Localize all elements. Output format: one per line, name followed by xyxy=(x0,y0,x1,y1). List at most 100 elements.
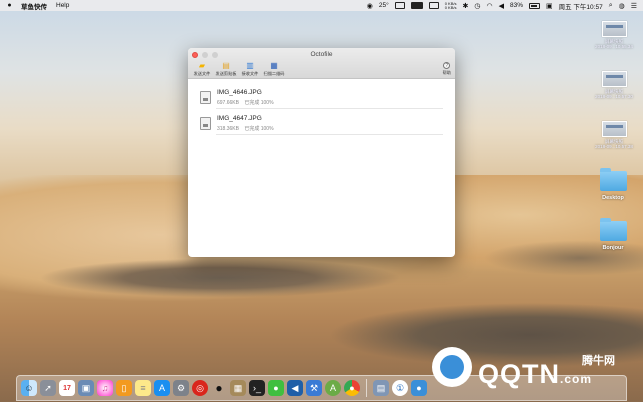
file-size: 697.66KB xyxy=(217,100,239,106)
status-area: ◉ 25° 0 KB/s 0 KB/s ✱ ◷ ◠ ◀ 83% ▣ 周五 下午1… xyxy=(367,1,637,11)
image-thumbnail-icon xyxy=(601,21,627,37)
receive-file-button[interactable]: ▥ 接收文件 xyxy=(239,61,261,77)
image-thumbnail-icon xyxy=(601,121,627,137)
wechat-icon[interactable]: ● xyxy=(268,380,284,396)
image-thumbnail-icon xyxy=(601,71,627,87)
file-label-sub: 2018-09...10.55.34 xyxy=(595,44,633,49)
file-name: IMG_4647.JPG xyxy=(217,115,262,122)
folder-icon xyxy=(599,168,627,191)
one-password-icon[interactable]: ① xyxy=(392,380,408,396)
help-button[interactable]: ? 帮助 xyxy=(443,62,451,76)
status-app-icon[interactable]: ◉ xyxy=(367,2,373,10)
watermark: QQTN.com 腾牛网 xyxy=(432,347,632,397)
watermark-cn: 腾牛网 xyxy=(582,355,615,367)
xcode-icon[interactable]: ⚒ xyxy=(306,380,322,396)
bluetooth-icon[interactable]: ✱ xyxy=(462,2,468,10)
search-icon[interactable]: ⌕ xyxy=(609,2,613,10)
desktop-folder-desktop[interactable]: Desktop xyxy=(583,168,643,201)
receive-icon: ▥ xyxy=(246,61,254,70)
help-label: 帮助 xyxy=(442,70,451,75)
netease-music-icon[interactable]: ◎ xyxy=(192,380,208,396)
battery-percent[interactable]: 83% xyxy=(510,2,523,9)
clipboard-icon: ▤ xyxy=(222,61,230,70)
file-meta: 697.66KB 已完成 100% xyxy=(217,99,278,106)
apple-menu-icon[interactable]: ● xyxy=(6,2,13,10)
chrome-icon[interactable]: ● xyxy=(344,380,360,396)
siri-icon[interactable]: ◍ xyxy=(619,2,625,10)
system-preferences-icon[interactable]: ⚙ xyxy=(173,380,189,396)
wifi-icon[interactable]: ◠ xyxy=(486,2,492,10)
file-meta: 318.36KB 已完成 100% xyxy=(217,125,278,132)
clock[interactable]: 周五 下午10:57 xyxy=(559,1,603,11)
file-info: IMG_4646.JPG 697.66KB 已完成 100% xyxy=(217,89,278,106)
notes-icon[interactable]: ≡ xyxy=(135,380,151,396)
notification-center-icon[interactable]: ☰ xyxy=(631,2,637,10)
window-icon[interactable] xyxy=(428,2,439,9)
scan-qrcode-button[interactable]: ▦ 扫描二维码 xyxy=(263,61,285,77)
file-name: IMG_4646.JPG xyxy=(217,89,262,96)
file-label-sub: 2018-09...10.57.38 xyxy=(595,144,633,149)
file-status: 已完成 100% xyxy=(244,126,274,132)
net-down: 0 KB/s xyxy=(444,4,457,10)
window-title: Octofile xyxy=(310,51,333,58)
menu-bar: ● 草鱼快传 Help ◉ 25° 0 KB/s 0 KB/s ✱ ◷ ◠ ◀ … xyxy=(0,0,643,11)
window-titlebar[interactable]: Octofile ▰ 发送文件 ▤ 发送剪贴板 ▥ 接收文件 ▦ 扫描二维码 ?… xyxy=(188,48,455,79)
vscode-icon[interactable]: ◀ xyxy=(287,380,303,396)
octofile-window: Octofile ▰ 发送文件 ▤ 发送剪贴板 ▥ 接收文件 ▦ 扫描二维码 ?… xyxy=(188,48,455,257)
file-row[interactable]: IMG_4647.JPG 318.36KB 已完成 100% xyxy=(188,109,455,134)
file-row[interactable]: IMG_4646.JPG 697.66KB 已完成 100% xyxy=(188,83,455,108)
send-clipboard-label: 发送剪贴板 xyxy=(215,71,237,76)
appstore-icon[interactable]: A xyxy=(154,380,170,396)
volume-icon[interactable]: ◀ xyxy=(499,2,504,10)
folder-icon xyxy=(599,218,627,241)
file-list: IMG_4646.JPG 697.66KB 已完成 100% IMG_4647.… xyxy=(188,79,455,135)
itunes-icon[interactable]: ♫ xyxy=(97,380,113,396)
finder-icon[interactable]: ☺ xyxy=(21,380,37,396)
folder-icon: ▰ xyxy=(198,61,206,70)
folder-label: Bonjour xyxy=(602,245,624,251)
battery-icon[interactable] xyxy=(528,2,540,9)
qq-icon[interactable]: ● xyxy=(211,380,227,396)
input-source-icon[interactable]: ▣ xyxy=(546,2,553,10)
watermark-text: QQTN.com xyxy=(478,359,592,390)
image-file-icon xyxy=(200,117,211,130)
menu-app-name[interactable]: 草鱼快传 xyxy=(21,1,47,11)
receive-file-label: 接收文件 xyxy=(241,71,259,76)
desktop-folder-bonjour[interactable]: Bonjour xyxy=(583,218,643,251)
temperature-readout[interactable]: 25° xyxy=(379,2,389,9)
help-icon: ? xyxy=(443,62,451,69)
gpu-icon[interactable] xyxy=(410,2,423,9)
qrcode-icon: ▦ xyxy=(270,61,278,70)
toolbar: ▰ 发送文件 ▤ 发送剪贴板 ▥ 接收文件 ▦ 扫描二维码 xyxy=(191,61,285,77)
ibooks-icon[interactable]: ▯ xyxy=(116,380,132,396)
desktop-screenshot-1[interactable]: 屏幕快照 2018-09...10.55.34 xyxy=(584,21,643,49)
folder-label: Desktop xyxy=(602,195,624,201)
android-studio-icon[interactable]: A xyxy=(325,380,341,396)
desktop-screenshot-3[interactable]: 屏幕快照 2018-09...10.57.38 xyxy=(584,121,643,149)
app-icon[interactable]: ● xyxy=(411,380,427,396)
photos-icon[interactable]: ▣ xyxy=(78,380,94,396)
image-file-icon xyxy=(200,91,211,104)
display-icon[interactable] xyxy=(394,2,405,9)
timemachine-icon[interactable]: ◷ xyxy=(474,2,480,10)
send-clipboard-button[interactable]: ▤ 发送剪贴板 xyxy=(215,61,237,77)
watermark-brand: QQTN xyxy=(478,359,560,389)
send-file-button[interactable]: ▰ 发送文件 xyxy=(191,61,213,77)
net-speed[interactable]: 0 KB/s 0 KB/s xyxy=(444,1,457,10)
watermark-logo-icon xyxy=(432,347,472,387)
menu-help[interactable]: Help xyxy=(56,2,69,9)
launchpad-icon[interactable]: ➚ xyxy=(40,380,56,396)
watermark-suffix: .com xyxy=(560,372,593,386)
row-divider xyxy=(216,134,443,135)
dock-separator xyxy=(366,379,367,397)
archive-icon[interactable]: ▦ xyxy=(230,380,246,396)
calendar-icon[interactable]: 17 xyxy=(59,380,75,396)
file-status: 已完成 100% xyxy=(244,100,274,106)
file-info: IMG_4647.JPG 318.36KB 已完成 100% xyxy=(217,115,278,132)
file-manager-icon[interactable]: ▤ xyxy=(373,380,389,396)
scan-qrcode-label: 扫描二维码 xyxy=(263,71,285,76)
send-file-label: 发送文件 xyxy=(193,71,211,76)
terminal-icon[interactable]: ›_ xyxy=(249,380,265,396)
file-label-sub: 2018-09...10.57.30 xyxy=(595,94,633,99)
desktop-screenshot-2[interactable]: 屏幕快照 2018-09...10.57.30 xyxy=(584,71,643,99)
